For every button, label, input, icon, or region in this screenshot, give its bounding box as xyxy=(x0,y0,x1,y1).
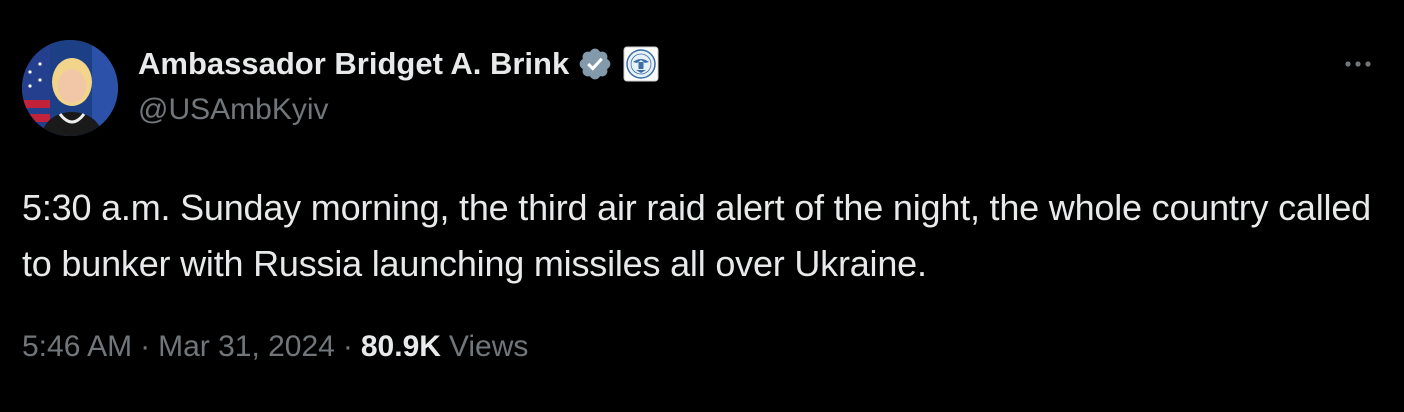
tweet-meta: 5:46 AM · Mar 31, 2024 · 80.9K Views xyxy=(22,330,528,364)
more-options-icon[interactable] xyxy=(1340,50,1376,78)
tweet-date[interactable]: Mar 31, 2024 xyxy=(158,330,335,364)
verified-badge-icon[interactable] xyxy=(577,46,613,82)
tweet-time[interactable]: 5:46 AM xyxy=(22,330,132,364)
meta-separator: · xyxy=(342,330,353,363)
views-count: 80.9K xyxy=(360,330,441,363)
tweet-card: Ambassador Bridget A. Brink @USAmbKyiv 5… xyxy=(0,0,1404,412)
author-name-row: Ambassador Bridget A. Brink xyxy=(138,44,659,84)
author-handle[interactable]: @USAmbKyiv xyxy=(138,93,329,127)
tweet-text: 5:30 a.m. Sunday morning, the third air … xyxy=(22,187,1371,284)
us-state-department-seal-icon[interactable] xyxy=(623,46,659,82)
avatar-image xyxy=(22,40,118,136)
meta-separator: · xyxy=(140,330,151,363)
views-label: Views xyxy=(448,330,529,363)
author-display-name[interactable]: Ambassador Bridget A. Brink xyxy=(138,46,569,82)
avatar[interactable] xyxy=(22,40,118,136)
